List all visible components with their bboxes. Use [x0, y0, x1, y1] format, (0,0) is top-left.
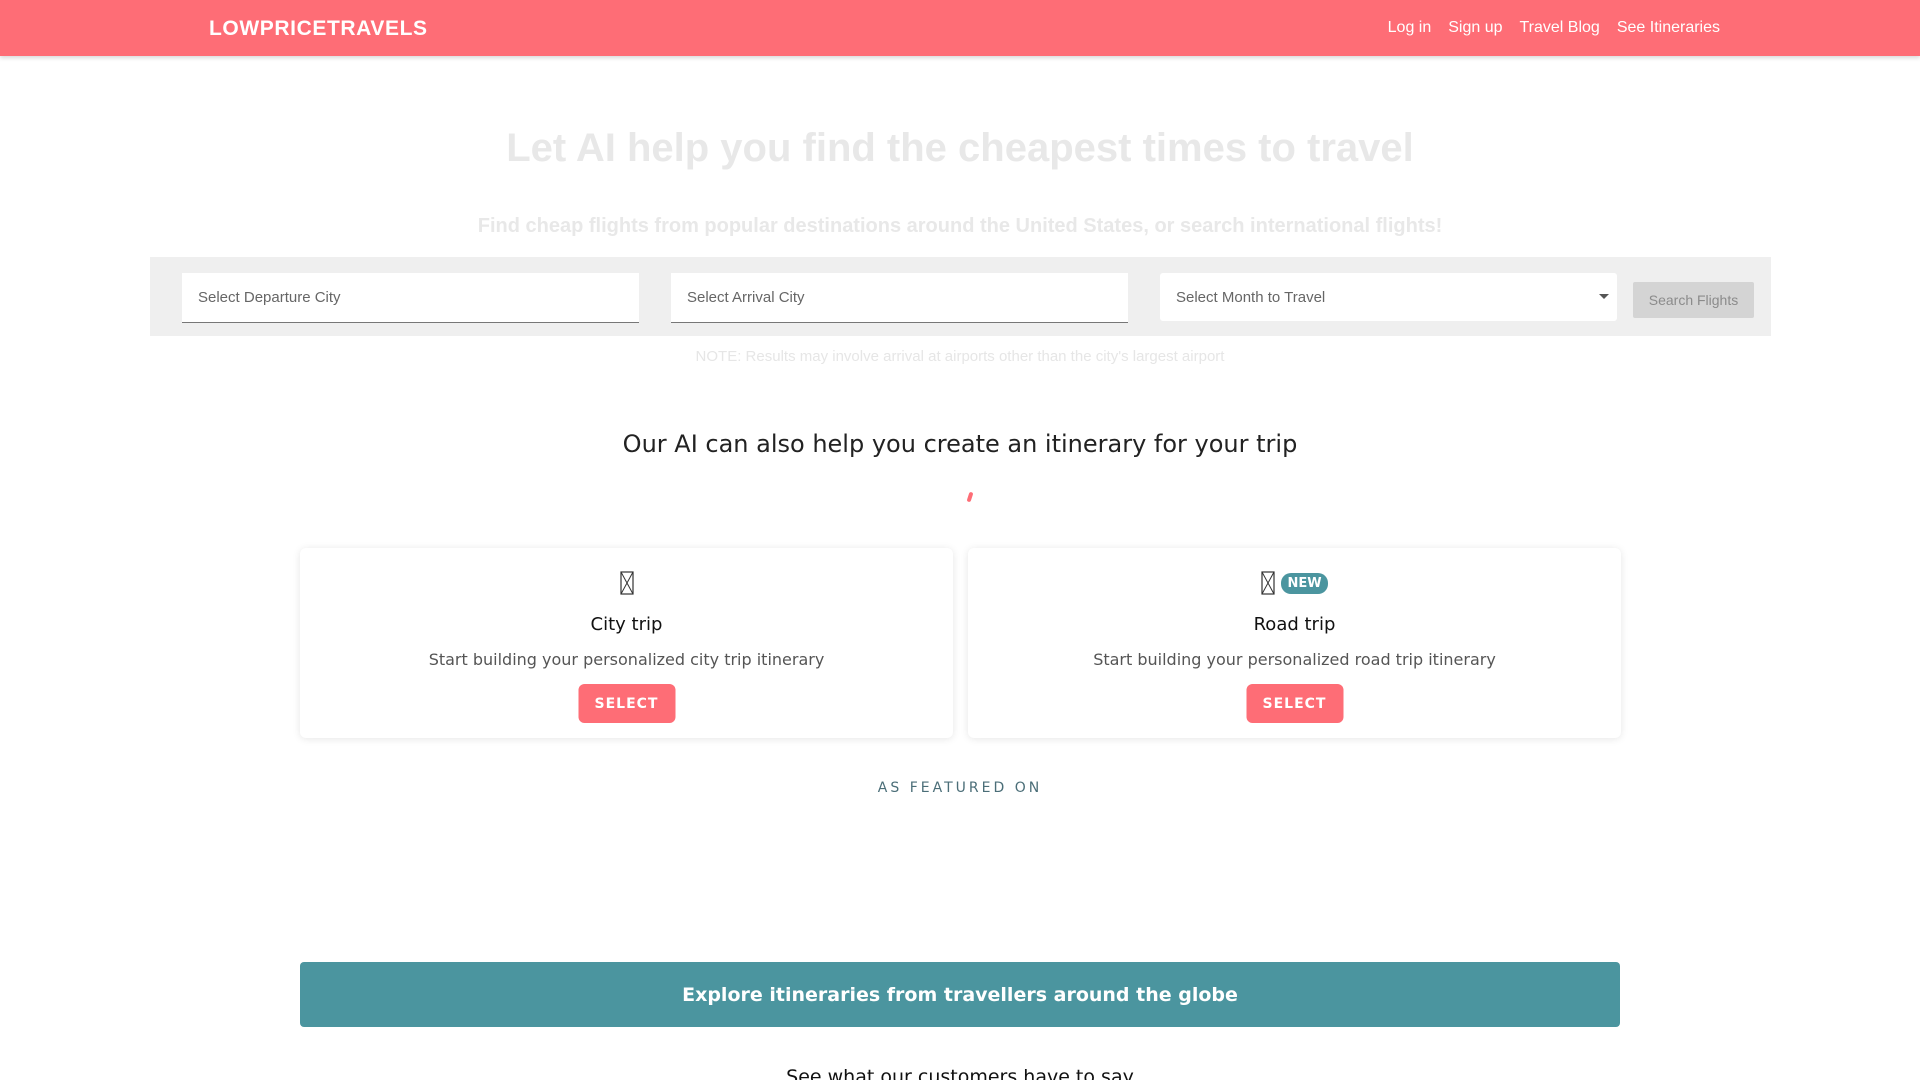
departure-city-field[interactable] — [182, 273, 639, 323]
city-trip-card: City trip Start building your personaliz… — [300, 548, 953, 738]
new-badge: NEW — [1281, 572, 1328, 594]
city-trip-select-button[interactable]: SELECT — [578, 684, 675, 723]
airport-note: NOTE: Results may involve arrival at air… — [695, 348, 1225, 365]
top-navbar: LOWPRICETRAVELS Log in Sign up Travel Bl… — [0, 0, 1920, 56]
arrival-city-input[interactable] — [687, 289, 1112, 306]
city-trip-title: City trip — [590, 614, 663, 635]
testimonials-heading: See what our customers have to say — [786, 1066, 1134, 1080]
road-trip-card: NEW Road trip Start building your person… — [968, 548, 1621, 738]
building-icon — [619, 571, 634, 595]
flight-search-panel: Select Month to Travel Search Flights — [150, 257, 1771, 336]
nav-signup-link[interactable]: Sign up — [1448, 19, 1502, 37]
hero-title: Let AI help you find the cheapest times … — [506, 126, 1414, 170]
nav-see-itineraries-link[interactable]: See Itineraries — [1617, 19, 1720, 37]
travel-month-select[interactable]: Select Month to Travel — [1160, 273, 1617, 321]
travel-month-value: Select Month to Travel — [1176, 288, 1326, 306]
nav-links: Log in Sign up Travel Blog See Itinerari… — [1388, 19, 1720, 37]
car-icon — [1261, 571, 1276, 595]
as-featured-on-label: AS FEATURED ON — [877, 780, 1043, 796]
brand-logo[interactable]: LOWPRICETRAVELS — [209, 17, 428, 41]
itinerary-heading: Our AI can also help you create an itine… — [622, 430, 1298, 458]
road-trip-icon-row: NEW — [968, 568, 1621, 598]
road-trip-select-button[interactable]: SELECT — [1246, 684, 1343, 723]
search-flights-button[interactable]: Search Flights — [1633, 282, 1754, 318]
nav-travel-blog-link[interactable]: Travel Blog — [1520, 19, 1600, 37]
departure-city-input[interactable] — [198, 289, 623, 306]
hero-subtitle: Find cheap flights from popular destinat… — [477, 215, 1443, 237]
road-trip-description: Start building your personalized road tr… — [1093, 650, 1496, 669]
city-trip-icon-row — [300, 568, 953, 598]
city-trip-description: Start building your personalized city tr… — [428, 650, 825, 669]
arrival-city-field[interactable] — [671, 273, 1128, 323]
loading-spinner-icon — [966, 491, 974, 503]
nav-login-link[interactable]: Log in — [1388, 19, 1432, 37]
explore-itineraries-button[interactable]: Explore itineraries from travellers arou… — [300, 962, 1620, 1027]
road-trip-title: Road trip — [1253, 614, 1336, 635]
dropdown-caret-icon — [1599, 294, 1609, 299]
